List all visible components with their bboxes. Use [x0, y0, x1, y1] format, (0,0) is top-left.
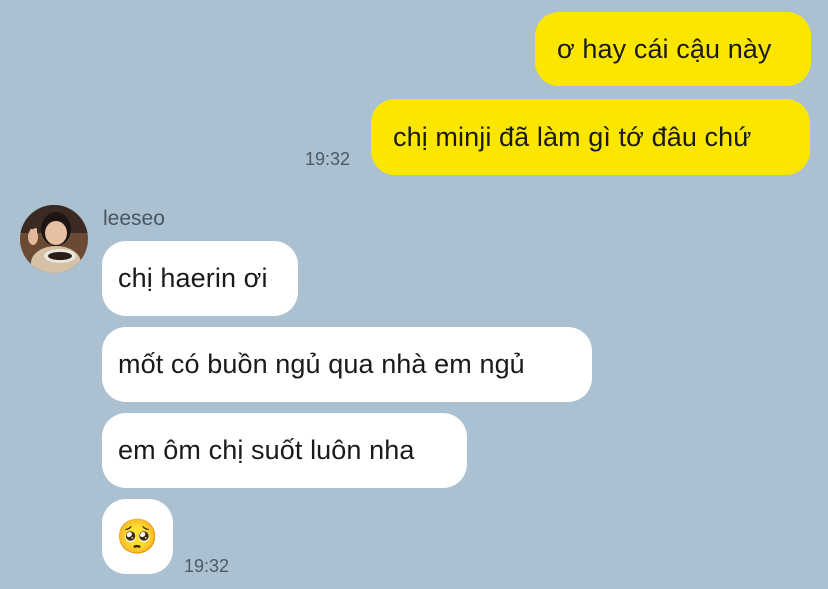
- incoming-message-bubble[interactable]: chị haerin ơi: [102, 241, 298, 316]
- message-timestamp: 19:32: [305, 149, 351, 169]
- pleading-face-emoji: 🥺: [116, 517, 159, 556]
- message-text: ơ hay cái cậu này: [557, 33, 772, 64]
- sender-avatar[interactable]: [20, 205, 88, 273]
- outgoing-message-bubble[interactable]: chị minji đã làm gì tớ đâu chứ: [371, 99, 810, 175]
- incoming-emoji-bubble[interactable]: 🥺: [102, 499, 173, 574]
- chat-thread: ơ hay cái cậu này chị minji đã làm gì tớ…: [0, 0, 828, 589]
- message-text: chị minji đã làm gì tớ đâu chứ: [393, 121, 752, 152]
- message-text: mốt có buồn ngủ qua nhà em ngủ: [118, 349, 525, 379]
- message-text: chị haerin ơi: [118, 263, 268, 293]
- message-text: em ôm chị suốt luôn nha: [118, 435, 415, 465]
- incoming-message-bubble[interactable]: em ôm chị suốt luôn nha: [102, 413, 467, 488]
- sender-name: leeseo: [103, 207, 165, 230]
- message-timestamp: 19:32: [184, 556, 230, 576]
- incoming-message-bubble[interactable]: mốt có buồn ngủ qua nhà em ngủ: [102, 327, 592, 402]
- avatar-photo-icon: [20, 205, 88, 273]
- outgoing-message-bubble[interactable]: ơ hay cái cậu này: [535, 12, 811, 86]
